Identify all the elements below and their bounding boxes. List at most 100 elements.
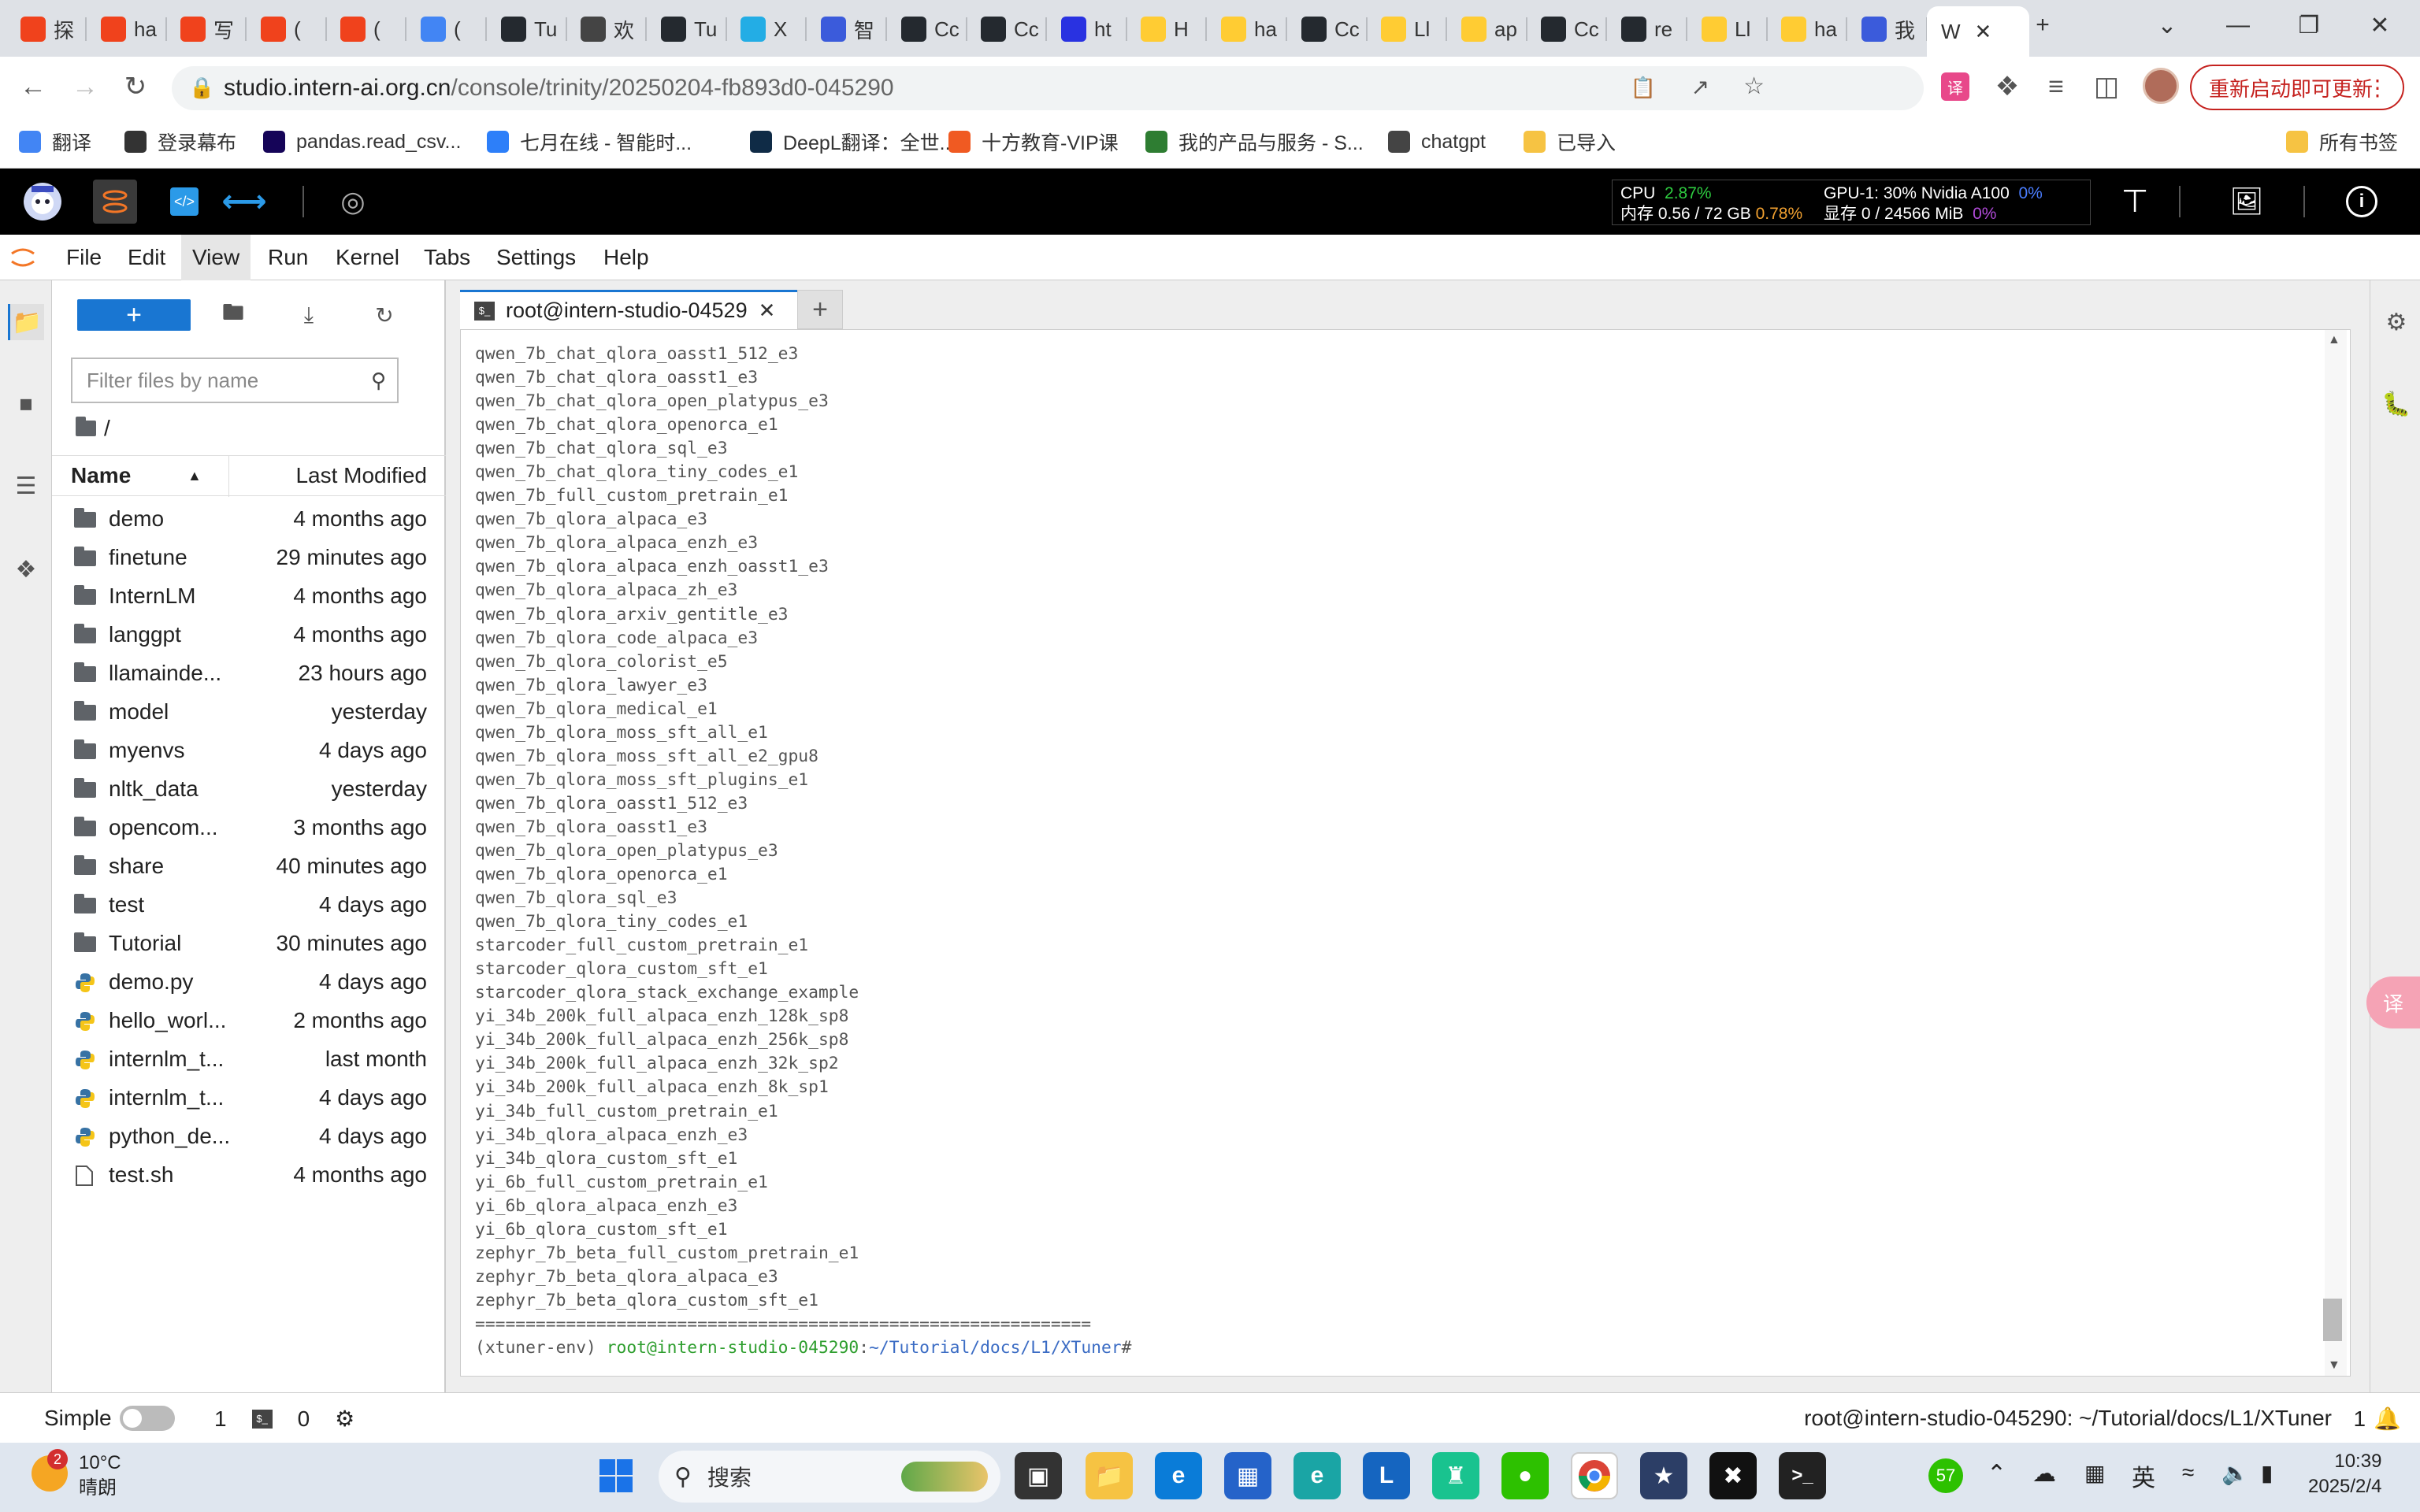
file-row[interactable]: opencom... 3 months ago — [52, 808, 446, 847]
browser-tab[interactable]: Cc — [1527, 8, 1607, 50]
code-editor-icon[interactable]: </> — [162, 180, 206, 224]
browser-tab[interactable]: X — [726, 8, 807, 50]
browser-tab[interactable]: Cc — [967, 8, 1047, 50]
file-row[interactable]: internlm_t... last month — [52, 1040, 446, 1078]
new-folder-icon[interactable]: 🖿 — [217, 299, 249, 331]
column-modified-header[interactable]: Last Modified — [295, 463, 427, 488]
forward-icon[interactable]: → — [68, 69, 102, 104]
terminal-panel[interactable]: qwen_7b_chat_qlora_oasst1_512_e3 qwen_7b_… — [460, 329, 2351, 1377]
address-bar[interactable]: 🔒 studio.intern-ai.org.cn/console/trinit… — [172, 66, 1924, 110]
menu-tabs[interactable]: Tabs — [413, 235, 481, 280]
browser-tab[interactable]: ha — [1207, 8, 1287, 50]
browser-tab[interactable]: 我 — [1847, 8, 1928, 50]
file-row[interactable]: share 40 minutes ago — [52, 847, 446, 885]
sort-ascending-icon[interactable]: ▲ — [187, 468, 202, 484]
intern-logo-icon[interactable] — [20, 180, 65, 224]
bookmark-item[interactable]: pandas.read_csv... — [263, 128, 461, 156]
jupyter-icon[interactable] — [93, 180, 137, 224]
column-divider[interactable] — [228, 456, 229, 497]
file-row[interactable]: finetune 29 minutes ago — [52, 538, 446, 576]
file-row[interactable]: internlm_t... 4 days ago — [52, 1078, 446, 1117]
task-view-icon[interactable]: ▣ — [1015, 1452, 1062, 1499]
file-row[interactable]: demo.py 4 days ago — [52, 962, 446, 1001]
clipboard-icon[interactable]: 📋 — [1631, 76, 1656, 100]
extensions-icon[interactable]: ❖ — [1990, 69, 2025, 104]
lenovo-icon[interactable]: L — [1363, 1452, 1410, 1499]
debugger-icon[interactable]: 🐛 — [2378, 386, 2414, 422]
browser-tab[interactable]: 写 — [166, 8, 247, 50]
menu-view[interactable]: View — [181, 235, 251, 280]
terminal-prompt[interactable]: (xtuner-env) root@intern-studio-045290:~… — [475, 1336, 1131, 1360]
tray-badge[interactable]: 57 — [1928, 1458, 1963, 1493]
menu-kernel[interactable]: Kernel — [325, 235, 410, 280]
browser-tab[interactable]: ha — [1767, 8, 1847, 50]
bookmark-item[interactable]: 登录幕布 — [124, 128, 236, 156]
terminal-app-icon[interactable]: >_ — [1779, 1452, 1826, 1499]
clock[interactable]: 10:39 2025/2/4 — [2308, 1449, 2381, 1499]
bookmark-item[interactable]: DeepL翻译：全世... — [750, 128, 956, 156]
weather-widget[interactable]: 10°C 晴朗 — [79, 1451, 121, 1501]
column-name-header[interactable]: Name — [71, 463, 131, 488]
browser-tab[interactable]: Tu — [487, 8, 567, 50]
file-row[interactable]: llamainde... 23 hours ago — [52, 654, 446, 692]
bookmark-item[interactable]: chatgpt — [1388, 128, 1486, 156]
file-row[interactable]: demo 4 months ago — [52, 499, 446, 538]
side-panel-icon[interactable]: ◫ — [2089, 69, 2124, 104]
extensions-puzzle-icon[interactable]: ❖ — [8, 551, 44, 587]
terminal-output[interactable]: qwen_7b_chat_qlora_oasst1_512_e3 qwen_7b_… — [475, 343, 1131, 1360]
browser-tab[interactable]: ht — [1047, 8, 1127, 50]
bookmark-item[interactable]: 七月在线 - 智能时... — [487, 128, 692, 156]
file-browser-icon[interactable]: 📁 — [8, 304, 44, 340]
file-row[interactable]: Tutorial 30 minutes ago — [52, 924, 446, 962]
new-launcher-button[interactable]: + — [77, 299, 191, 331]
browser-tab[interactable]: H — [1126, 8, 1207, 50]
browser-tab[interactable]: re — [1607, 8, 1687, 50]
battery-icon[interactable]: ▮ — [2261, 1460, 2273, 1486]
wifi-icon[interactable]: ≈ — [2182, 1460, 2194, 1485]
table-of-contents-icon[interactable]: ☰ — [8, 468, 44, 504]
taskbar-search[interactable]: ⚲ 搜索 — [659, 1451, 1000, 1503]
filter-files-input[interactable]: Filter files by name ⚲ — [71, 358, 399, 403]
restore-icon[interactable]: ❐ — [2273, 0, 2344, 50]
refresh-icon[interactable]: ↻ — [369, 299, 400, 331]
file-row[interactable]: python_de... 4 days ago — [52, 1117, 446, 1155]
bookmark-star-icon[interactable]: ☆ — [1743, 72, 1765, 100]
browser-tab[interactable]: 探 — [6, 8, 87, 50]
file-row[interactable]: myenvs 4 days ago — [52, 731, 446, 769]
file-row[interactable]: test 4 days ago — [52, 885, 446, 924]
translate-bubble-icon[interactable]: 译 — [2366, 976, 2420, 1028]
back-icon[interactable]: ← — [16, 69, 50, 104]
cloud-icon[interactable]: ☁ — [2032, 1460, 2056, 1488]
tensorboard-icon[interactable]: ⊤ — [2113, 180, 2157, 224]
bookmark-item[interactable]: 已导入 — [1524, 128, 1616, 156]
image-settings-icon[interactable]: 🖼 — [2225, 180, 2269, 224]
browser-tab[interactable]: Ll — [1367, 8, 1447, 50]
tray-app-icon[interactable]: ▦ — [2084, 1460, 2105, 1486]
add-tab-button[interactable]: + — [797, 290, 843, 329]
browser-tab[interactable]: Cc — [1287, 8, 1368, 50]
simple-mode-toggle[interactable]: Simple — [44, 1406, 175, 1431]
file-row[interactable]: nltk_data yesterday — [52, 769, 446, 808]
close-tab-icon[interactable]: ✕ — [759, 298, 776, 323]
browser-tab[interactable]: Ll — [1687, 8, 1768, 50]
file-explorer-icon[interactable]: 📁 — [1086, 1452, 1133, 1499]
menu-file[interactable]: File — [55, 235, 113, 280]
reading-list-icon[interactable]: ≡ — [2039, 69, 2073, 104]
windows-start-icon[interactable] — [592, 1452, 640, 1499]
bookmark-item[interactable]: 十方教育-VIP课 — [948, 128, 1119, 156]
notifications[interactable]: 1 🔔 — [2354, 1406, 2401, 1432]
menu-run[interactable]: Run — [257, 235, 319, 280]
info-icon[interactable]: i — [2340, 180, 2384, 224]
app-bag-icon[interactable]: ♜ — [1432, 1452, 1479, 1499]
vscode-icon[interactable]: ⟷ — [221, 180, 266, 224]
browser-tab[interactable]: ap — [1447, 8, 1527, 50]
browser-tab[interactable]: ( — [406, 8, 487, 50]
close-tab-icon[interactable]: ✕ — [1975, 20, 1992, 44]
file-row[interactable]: hello_worl... 2 months ago — [52, 1001, 446, 1040]
reload-icon[interactable]: ↻ — [118, 69, 153, 104]
upload-icon[interactable]: ⤓ — [293, 299, 325, 331]
browser-tab[interactable]: ( — [247, 8, 327, 50]
scrollbar-thumb[interactable] — [2323, 1299, 2342, 1341]
edge-icon[interactable]: e — [1155, 1452, 1202, 1499]
update-button[interactable]: 重新启动即可更新 ⋮ — [2190, 65, 2404, 110]
